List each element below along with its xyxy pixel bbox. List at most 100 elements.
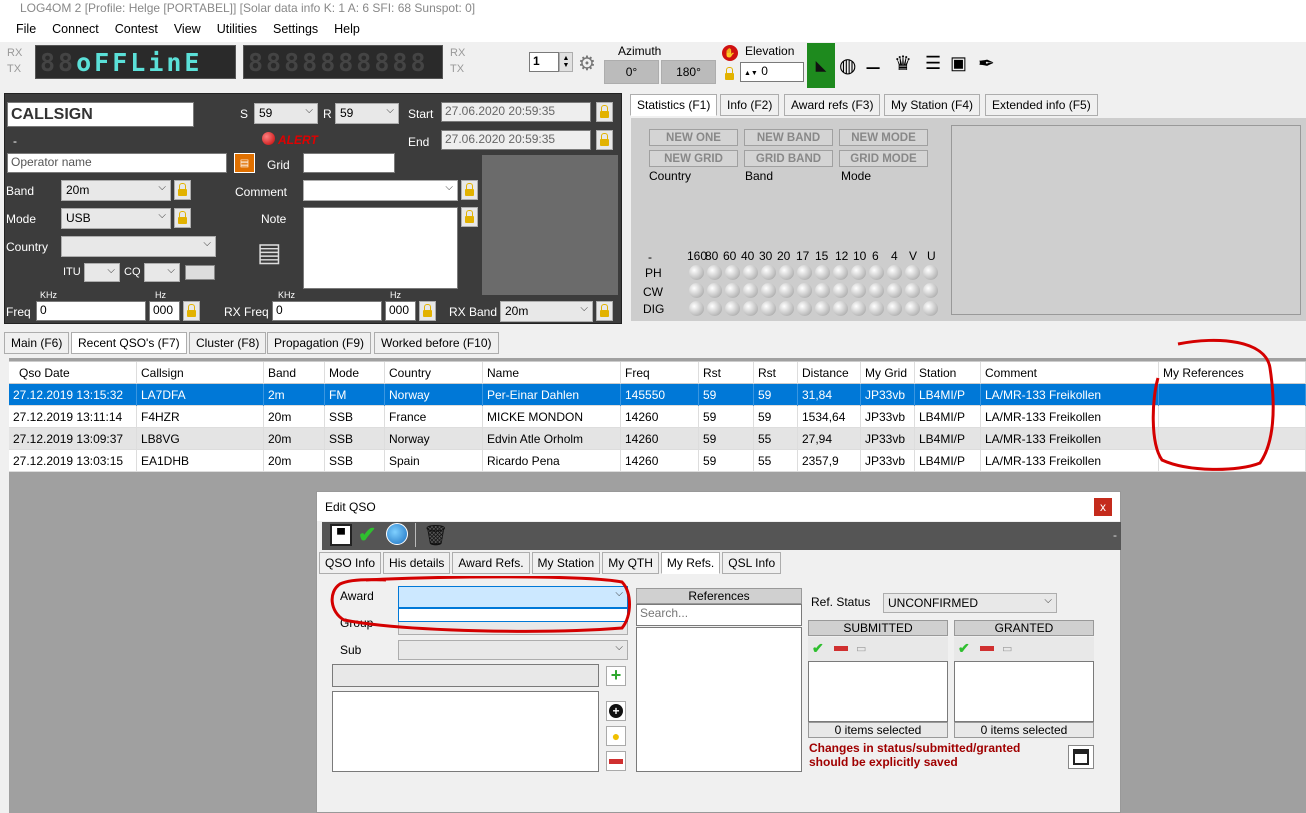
led-dig-10[interactable] <box>851 301 866 316</box>
stop-rotor-icon[interactable]: ✋ <box>722 45 738 61</box>
granted-check-icon[interactable]: ✔ <box>958 640 970 657</box>
rxband-select[interactable]: 20m ⌵ <box>500 301 593 322</box>
column-header-rst[interactable]: Rst <box>754 362 798 384</box>
column-header-name[interactable]: Name <box>483 362 621 384</box>
led-cw-4[interactable] <box>887 283 902 298</box>
ref-status-select[interactable]: UNCONFIRMED ⌵ <box>883 593 1057 613</box>
sub-select[interactable]: ⌵ <box>398 640 628 660</box>
led-dig-12[interactable] <box>833 301 848 316</box>
led-cw-u[interactable] <box>923 283 938 298</box>
led-cw-17[interactable] <box>797 283 812 298</box>
pen-icon[interactable]: ✒ <box>978 51 995 76</box>
led-dig-60[interactable] <box>725 301 740 316</box>
led-dig-160[interactable] <box>689 301 704 316</box>
led-ph-12[interactable] <box>833 265 848 280</box>
led-dig-6[interactable] <box>869 301 884 316</box>
cq-select[interactable]: ⌵ <box>144 263 180 282</box>
led-dig-30[interactable] <box>761 301 776 316</box>
led-cw-20[interactable] <box>779 283 794 298</box>
led-cw-30[interactable] <box>761 283 776 298</box>
qrz-lookup-icon[interactable]: ▤ <box>234 153 255 173</box>
new-grid-button[interactable]: NEW GRID <box>649 150 738 167</box>
column-header-rst[interactable]: Rst <box>699 362 754 384</box>
submitted-remove-icon[interactable] <box>834 646 848 651</box>
operator-name-input[interactable]: Operator name <box>7 153 227 173</box>
tab-info[interactable]: Info (F2) <box>720 94 780 116</box>
end-lock-icon[interactable] <box>596 130 613 150</box>
band-select[interactable]: 20m ⌵ <box>61 180 171 201</box>
tab-award-refs[interactable]: Award refs (F3) <box>784 94 881 116</box>
menu-settings[interactable]: Settings <box>265 18 326 42</box>
reference-filter-input[interactable] <box>332 664 599 687</box>
submitted-list[interactable] <box>808 661 948 722</box>
column-header-my-grid[interactable]: My Grid <box>861 362 915 384</box>
table-row[interactable]: 27.12.2019 13:11:14 F4HZR 20m SSB France MICK… <box>9 406 1306 428</box>
led-ph-160[interactable] <box>689 265 704 280</box>
table-row[interactable]: 27.12.2019 13:03:15 EA1DHB 20m SSB Spain Rica… <box>9 450 1306 472</box>
tab-recent-qsos[interactable]: Recent QSO's (F7) <box>71 332 187 354</box>
column-header-band[interactable]: Band <box>264 362 325 384</box>
menu-view[interactable]: View <box>166 18 209 42</box>
menu-help[interactable]: Help <box>326 18 368 42</box>
submitted-copy-icon[interactable]: ▭ <box>856 642 866 655</box>
led-cw-12[interactable] <box>833 283 848 298</box>
granted-list[interactable] <box>954 661 1094 722</box>
freq-hz-input[interactable]: 000 <box>149 301 180 321</box>
new-mode-button[interactable]: NEW MODE <box>839 129 928 146</box>
led-dig-17[interactable] <box>797 301 812 316</box>
tab-main[interactable]: Main (F6) <box>4 332 70 354</box>
grid-band-button[interactable]: GRID BAND <box>744 150 833 167</box>
tab-cluster[interactable]: Cluster (F8) <box>189 332 267 354</box>
led-dig-u[interactable] <box>923 301 938 316</box>
led-cw-60[interactable] <box>725 283 740 298</box>
itu-select[interactable]: ⌵ <box>84 263 120 282</box>
mode-select[interactable]: USB ⌵ <box>61 208 171 229</box>
comment-lock-icon[interactable] <box>461 180 478 200</box>
led-ph-17[interactable] <box>797 265 812 280</box>
comment-select[interactable]: ⌵ <box>303 180 458 201</box>
led-ph-4[interactable] <box>887 265 902 280</box>
start-lock-icon[interactable] <box>596 102 613 122</box>
rxfreq-input[interactable]: 0 <box>272 301 382 321</box>
led-ph-30[interactable] <box>761 265 776 280</box>
led-ph-20[interactable] <box>779 265 794 280</box>
led-ph-15[interactable] <box>815 265 830 280</box>
column-header-qso-date[interactable]: Qso Date <box>9 362 137 384</box>
crown-icon[interactable]: ♛ <box>894 51 912 76</box>
menu-contest[interactable]: Contest <box>107 18 166 42</box>
references-search-input[interactable]: Search... <box>636 604 802 626</box>
menu-connect[interactable]: Connect <box>44 18 107 42</box>
notes-stack-icon[interactable]: ▤ <box>257 238 287 268</box>
rxband-lock-icon[interactable] <box>596 301 613 321</box>
granted-remove-icon[interactable] <box>980 646 994 651</box>
add-circle-icon[interactable]: + <box>606 701 626 721</box>
freq-lock-icon[interactable] <box>183 301 200 321</box>
save-icon[interactable]: ▀ <box>330 524 352 546</box>
led-ph-40[interactable] <box>743 265 758 280</box>
elevation-input[interactable]: ▲▼ 0 <box>740 62 804 82</box>
led-cw-6[interactable] <box>869 283 884 298</box>
end-time-input[interactable]: 27.06.2020 20:59:35 <box>441 130 591 150</box>
step-input[interactable]: 1 <box>529 52 559 72</box>
column-header-callsign[interactable]: Callsign <box>137 362 264 384</box>
new-one-button[interactable]: NEW ONE <box>649 129 738 146</box>
led-ph-v[interactable] <box>905 265 920 280</box>
led-cw-15[interactable] <box>815 283 830 298</box>
led-dig-20[interactable] <box>779 301 794 316</box>
led-ph-60[interactable] <box>725 265 740 280</box>
server-icon[interactable]: ☰ <box>925 53 941 74</box>
gear-icon[interactable]: ⚙ <box>578 51 596 76</box>
table-row[interactable]: 27.12.2019 13:15:32 LA7DFA 2m FM Norway Per-E… <box>9 384 1306 406</box>
column-header-mode[interactable]: Mode <box>325 362 385 384</box>
dialog-tab-my-station[interactable]: My Station <box>531 552 601 574</box>
radio-icon[interactable]: ▣ <box>950 53 967 74</box>
selected-references-list[interactable] <box>332 691 599 772</box>
freq-input[interactable]: 0 <box>36 301 146 321</box>
new-band-button[interactable]: NEW BAND <box>744 129 833 146</box>
dialog-tab-my-refs[interactable]: My Refs. <box>660 552 721 574</box>
led-ph-u[interactable] <box>923 265 938 280</box>
confirm-check-icon[interactable]: ✔ <box>358 522 376 548</box>
submitted-check-icon[interactable]: ✔ <box>812 640 824 657</box>
callsign-input[interactable]: CALLSIGN <box>7 102 194 127</box>
led-cw-40[interactable] <box>743 283 758 298</box>
